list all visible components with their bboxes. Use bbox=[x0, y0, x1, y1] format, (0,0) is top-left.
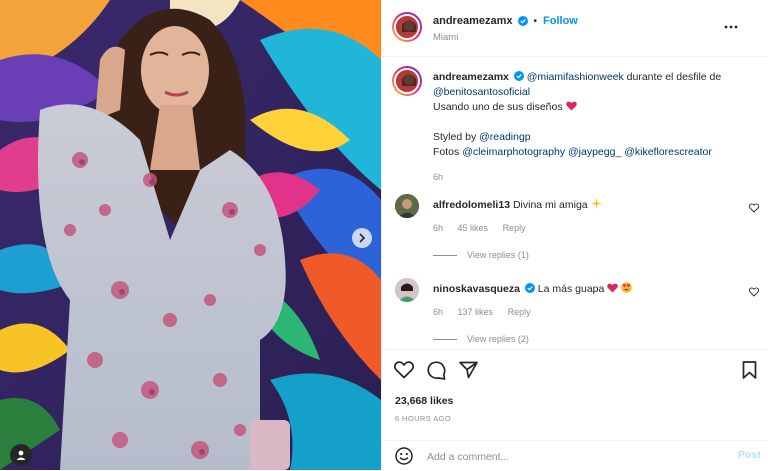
red-heart-emoji-icon bbox=[607, 283, 619, 293]
commenter-username[interactable]: alfredolomeli13 bbox=[433, 199, 510, 211]
heart-eyes-emoji-icon bbox=[621, 282, 633, 293]
add-comment-input[interactable] bbox=[425, 447, 719, 467]
caption-text: Styled by bbox=[433, 131, 480, 143]
comment-icon bbox=[427, 361, 446, 380]
red-heart-emoji-icon bbox=[565, 101, 577, 111]
post-timestamp[interactable]: 6 HOURS AGO bbox=[395, 414, 451, 423]
mention-link[interactable]: @jaypegg_ bbox=[568, 146, 621, 158]
header-user-row: andreamezamx • Follow bbox=[433, 14, 578, 28]
view-replies-button[interactable]: View replies (2) bbox=[433, 334, 529, 344]
verified-badge-icon bbox=[524, 283, 535, 293]
post-location[interactable]: Miami bbox=[433, 32, 458, 43]
avatar-image bbox=[395, 278, 419, 302]
replies-divider bbox=[433, 338, 457, 340]
author-avatar[interactable] bbox=[392, 12, 422, 42]
person-icon bbox=[16, 450, 26, 460]
comment-text-row: ninoskavasqueza La más guapa bbox=[433, 282, 633, 295]
comment-text-row: alfredolomeli13 Divina mi amiga bbox=[433, 198, 602, 211]
mention-link[interactable]: @kikeflorescreator bbox=[624, 146, 712, 158]
avatar-image bbox=[396, 16, 418, 38]
view-replies-button[interactable]: View replies (1) bbox=[433, 250, 529, 260]
emoji-picker-button[interactable] bbox=[395, 447, 413, 470]
post-image[interactable] bbox=[0, 0, 381, 470]
commenter-avatar[interactable] bbox=[395, 194, 419, 218]
save-button[interactable] bbox=[742, 361, 757, 384]
caption-text: durante el desfile de bbox=[623, 71, 722, 83]
more-options-button[interactable] bbox=[724, 20, 738, 34]
reply-button[interactable]: Reply bbox=[508, 307, 531, 317]
mention-link[interactable]: @readingp bbox=[479, 131, 531, 143]
avatar-image bbox=[395, 194, 419, 218]
comment-like-heart-icon[interactable] bbox=[749, 203, 759, 213]
bookmark-icon bbox=[742, 361, 757, 379]
comment-text: Divina mi amiga bbox=[512, 199, 588, 211]
comment-text: La más guapa bbox=[537, 283, 605, 295]
post-photo-illustration bbox=[0, 0, 381, 470]
comment-likes[interactable]: 45 likes bbox=[458, 223, 489, 233]
likes-count[interactable]: 23,668 likes bbox=[395, 395, 453, 407]
author-username[interactable]: andreamezamx bbox=[433, 15, 513, 27]
chevron-right-icon bbox=[359, 233, 366, 243]
comment-meta: 6h 137 likes Reply bbox=[433, 307, 543, 317]
more-options-icon bbox=[724, 25, 738, 29]
caption-text: Usando uno de sus diseños bbox=[433, 101, 566, 113]
post-actions: 23,668 likes 6 HOURS AGO Post bbox=[382, 349, 768, 470]
commenter-username[interactable]: ninoskavasqueza bbox=[433, 283, 520, 295]
comment-like-heart-icon[interactable] bbox=[749, 287, 759, 297]
post-comment-button[interactable]: Post bbox=[738, 449, 761, 461]
next-image-button[interactable] bbox=[352, 228, 372, 248]
add-comment-bar: Post bbox=[382, 440, 768, 471]
post-header: andreamezamx • Follow Miami bbox=[382, 0, 768, 57]
heart-icon bbox=[393, 361, 415, 379]
caption-age[interactable]: 6h bbox=[433, 170, 753, 185]
header-separator-dot: • bbox=[533, 15, 538, 27]
view-replies-label: View replies (1) bbox=[467, 250, 529, 260]
comment-meta: 6h 45 likes Reply bbox=[433, 223, 538, 233]
avatar-image bbox=[396, 70, 418, 92]
post-caption: andreamezamx @miamifashionweek durante e… bbox=[433, 70, 753, 185]
post-side-panel: andreamezamx • Follow Miami andreamezamx… bbox=[381, 0, 768, 470]
follow-button[interactable]: Follow bbox=[543, 15, 578, 27]
mention-link[interactable]: @benitosantosoficial bbox=[433, 86, 530, 98]
like-button[interactable] bbox=[393, 361, 415, 384]
comment-likes[interactable]: 137 likes bbox=[458, 307, 494, 317]
share-icon bbox=[459, 361, 478, 379]
mention-link[interactable]: @cleimarphotography bbox=[462, 146, 565, 158]
verified-badge-icon bbox=[513, 71, 524, 81]
comment-button[interactable] bbox=[427, 361, 446, 385]
post-dialog: andreamezamx • Follow Miami andreamezamx… bbox=[0, 0, 768, 470]
sparkles-emoji-icon bbox=[590, 198, 602, 209]
view-replies-label: View replies (2) bbox=[467, 334, 529, 344]
caption-line-1: andreamezamx @miamifashionweek durante e… bbox=[433, 70, 753, 85]
replies-divider bbox=[433, 254, 457, 256]
share-button[interactable] bbox=[459, 361, 478, 384]
caption-username[interactable]: andreamezamx bbox=[433, 71, 509, 83]
mention-link[interactable]: @miamifashionweek bbox=[527, 71, 624, 83]
emoji-icon bbox=[395, 447, 413, 465]
reply-button[interactable]: Reply bbox=[503, 223, 526, 233]
caption-text: Fotos bbox=[433, 146, 463, 158]
caption-avatar[interactable] bbox=[392, 66, 422, 96]
comment-age[interactable]: 6h bbox=[433, 223, 443, 233]
user-tags-button[interactable] bbox=[10, 444, 32, 466]
comment-age[interactable]: 6h bbox=[433, 307, 443, 317]
verified-badge-icon bbox=[517, 16, 528, 26]
commenter-avatar[interactable] bbox=[395, 278, 419, 302]
